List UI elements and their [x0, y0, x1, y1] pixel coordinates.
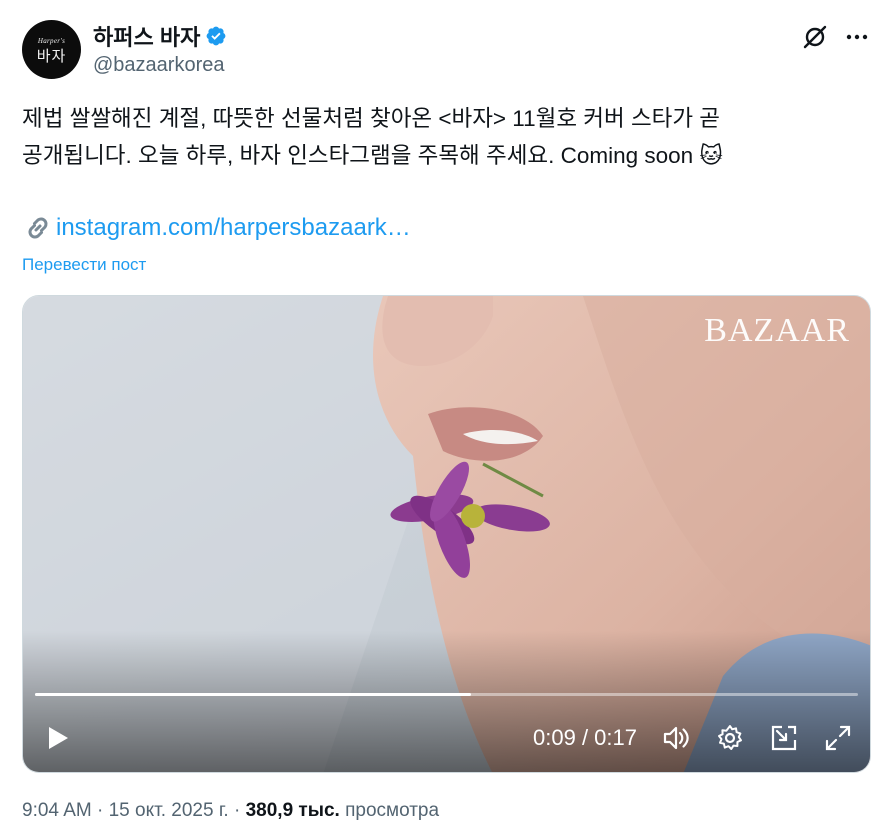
- display-name[interactable]: 하퍼스 바자: [93, 20, 200, 52]
- tweet-link[interactable]: instagram.com/harpersbazaark…: [56, 214, 411, 242]
- meta-separator: ·: [91, 800, 109, 821]
- handle[interactable]: @bazaarkorea: [93, 54, 224, 77]
- views-label: просмотра: [339, 800, 440, 821]
- volume-icon[interactable]: [661, 723, 691, 753]
- tweet-time[interactable]: 9:04 AM: [22, 800, 92, 821]
- tweet-text-line: 제법 쌀쌀해진 계절, 따뜻한 선물처럼 찾아온 <바자> 11월호 커버 스타…: [22, 106, 721, 131]
- avatar-text: 바자: [36, 47, 67, 65]
- verified-badge-icon[interactable]: [205, 25, 227, 47]
- translate-link[interactable]: Перевести пост: [22, 255, 146, 275]
- time-separator: /: [575, 725, 595, 750]
- link-row[interactable]: instagram.com/harpersbazaark…: [22, 210, 411, 246]
- avatar[interactable]: Harper's 바자: [22, 20, 81, 79]
- picture-in-picture-icon[interactable]: [769, 723, 799, 753]
- tweet-text-line: 공개됩니다. 오늘 하루, 바자 인스타그램을 주목해 주세요. Coming …: [22, 143, 723, 168]
- name-row: 하퍼스 바자: [93, 22, 227, 50]
- time-current: 0:09: [533, 725, 576, 750]
- views-count: 380,9 тыс.: [245, 800, 340, 821]
- tweet-meta: 9:04 AM · 15 окт. 2025 г. · 380,9 тыс. п…: [22, 800, 439, 822]
- video-progress-bar[interactable]: [35, 693, 858, 696]
- fullscreen-icon[interactable]: [823, 723, 853, 753]
- video-player[interactable]: BAZAAR 0:09 / 0:17: [22, 295, 871, 773]
- more-icon[interactable]: [844, 24, 870, 50]
- tweet-header: Harper's 바자 하퍼스 바자 @bazaarkorea: [22, 20, 872, 82]
- tweet-text: 제법 쌀쌀해진 계절, 따뜻한 선물처럼 찾아온 <바자> 11월호 커버 스타…: [22, 100, 872, 174]
- tweet-date[interactable]: 15 окт. 2025 г.: [109, 800, 229, 821]
- play-icon[interactable]: [41, 722, 73, 754]
- bazaar-watermark: BAZAAR: [704, 312, 850, 349]
- settings-gear-icon[interactable]: [715, 723, 745, 753]
- link-icon: [28, 217, 48, 239]
- video-frame: [23, 296, 870, 772]
- video-controls: 0:09 / 0:17: [23, 716, 870, 760]
- meta-separator: ·: [228, 800, 246, 821]
- time-total: 0:17: [594, 725, 637, 750]
- video-time: 0:09 / 0:17: [533, 722, 637, 754]
- avatar-caption: Harper's: [37, 37, 66, 45]
- grok-icon[interactable]: [802, 24, 828, 50]
- video-progress-fill: [35, 693, 472, 696]
